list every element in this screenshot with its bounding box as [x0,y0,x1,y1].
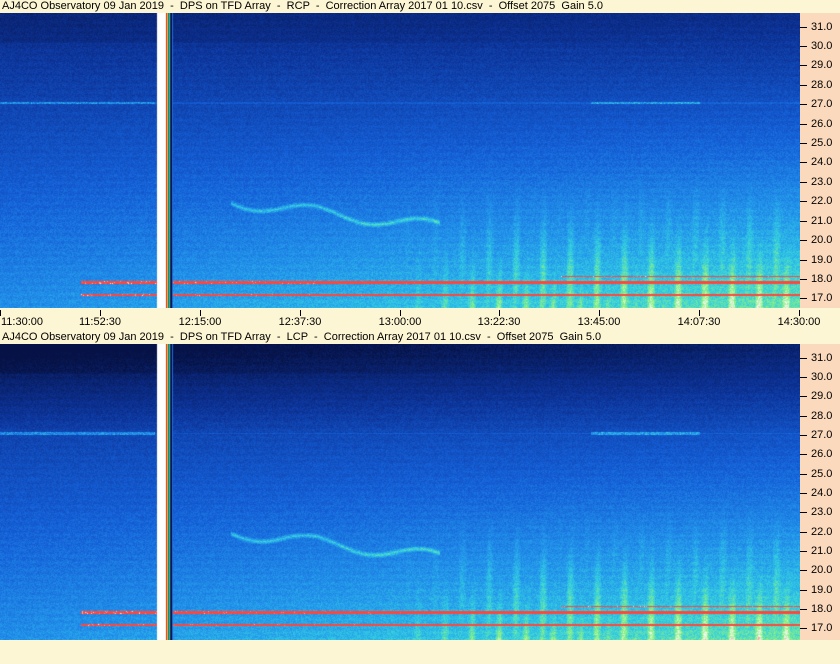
x-tick-label: 13:22:30 [477,316,521,328]
footer-strip [0,640,840,664]
y-tick-label: 18.0 [811,603,833,615]
top-panel-title: AJ4CO Observatory 09 Jan 2019 - DPS on T… [2,0,603,12]
y-tick [800,182,807,183]
rcp-spectrogram [0,13,800,310]
y-tick [800,162,807,163]
x-tick-label: 13:00:00 [378,316,422,328]
y-tick [800,570,807,571]
y-tick-label: 19.0 [811,254,833,266]
y-tick-label: 17.0 [811,292,833,304]
x-tick-label: 11:52:30 [78,316,121,328]
x-tick-label: 11:30:00 [1,316,44,328]
y-tick-label: 19.0 [811,584,833,596]
y-tick-label: 24.0 [811,487,833,499]
y-tick-label: 17.0 [811,622,833,634]
x-tick-label: 14:07:30 [677,316,721,328]
y-tick-label: 29.0 [811,390,833,402]
y-tick-label: 21.0 [811,215,833,227]
y-tick [800,85,807,86]
y-tick-label: 31.0 [811,352,833,364]
y-tick-label: 28.0 [811,79,833,91]
y-tick-label: 25.0 [811,137,833,149]
y-tick-label: 24.0 [811,156,833,168]
y-tick-label: 30.0 [811,40,833,52]
y-tick [800,65,807,66]
y-tick-label: 31.0 [811,21,833,33]
y-tick-label: 26.0 [811,448,833,460]
y-tick [800,551,807,552]
y-tick [800,358,807,359]
y-tick [800,454,807,455]
y-tick [800,240,807,241]
y-tick [800,124,807,125]
y-tick [800,532,807,533]
y-tick-label: 23.0 [811,176,833,188]
y-tick [800,279,807,280]
x-tick-label: 12:15:00 [178,316,222,328]
y-tick-label: 27.0 [811,98,833,110]
y-tick [800,260,807,261]
y-tick [800,416,807,417]
y-tick-label: 22.0 [811,526,833,538]
rcp-spectrogram-panel: 31.0 30.0 29.0 28.0 27.0 26.0 25.0 24.0 23.0 22.0… [0,13,840,310]
y-tick [800,435,807,436]
y-tick-label: 21.0 [811,545,833,557]
y-tick [800,474,807,475]
y-tick [800,104,807,105]
y-tick-label: 26.0 [811,118,833,130]
x-tick-label: 14:30:00 [777,316,821,328]
bottom-panel-title: AJ4CO Observatory 09 Jan 2019 - DPS on T… [2,331,602,343]
y-tick [800,493,807,494]
y-tick [800,609,807,610]
y-tick-label: 25.0 [811,468,833,480]
y-tick [800,628,807,629]
y-tick [800,201,807,202]
lcp-spectrogram [0,344,800,640]
y-tick-label: 30.0 [811,371,833,383]
y-tick-label: 20.0 [811,564,833,576]
y-tick [800,512,807,513]
y-tick [800,27,807,28]
y-tick-label: 18.0 [811,273,833,285]
y-tick-label: 22.0 [811,195,833,207]
y-tick [800,298,807,299]
y-tick-label: 28.0 [811,410,833,422]
y-tick-label: 27.0 [811,429,833,441]
y-tick [800,396,807,397]
y-tick-label: 23.0 [811,506,833,518]
lcp-spectrogram-panel: 31.0 30.0 29.0 28.0 27.0 26.0 25.0 24.0 23.0 22.0… [0,344,840,640]
x-tick-label: 12:37:30 [278,316,322,328]
y-tick-label: 29.0 [811,59,833,71]
y-tick [800,143,807,144]
y-tick [800,46,807,47]
x-tick-label: 13:45:00 [577,316,621,328]
y-tick [800,377,807,378]
y-tick [800,590,807,591]
y-tick-label: 20.0 [811,234,833,246]
y-tick [800,221,807,222]
